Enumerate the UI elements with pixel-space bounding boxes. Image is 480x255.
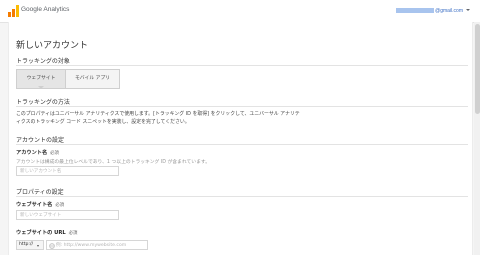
account-name-label: アカウント名 必須 xyxy=(16,149,59,156)
account-email-suffix: @gmail.com xyxy=(435,8,463,14)
scrollbar-thumb[interactable] xyxy=(474,24,480,114)
protocol-select[interactable]: http:// xyxy=(16,240,44,250)
globe-icon xyxy=(49,242,55,249)
website-url-label-text: ウェブサイトの URL xyxy=(16,230,66,236)
brand-name: Google Analytics xyxy=(21,6,70,13)
divider xyxy=(16,65,468,66)
tracking-method-description: このプロパティはユニバーサル アナリティクスで使用します。[トラッキング ID … xyxy=(16,111,300,125)
account-name-input[interactable] xyxy=(16,166,119,176)
divider xyxy=(16,196,468,197)
account-name-help: アカウントは構成の最上位レベルであり、1 つ以上のトラッキング ID が含まれて… xyxy=(16,160,211,165)
property-settings-heading: プロパティの設定 xyxy=(16,189,64,196)
account-name-label-text: アカウント名 xyxy=(16,150,48,156)
divider xyxy=(16,106,468,107)
account-menu[interactable]: @gmail.com xyxy=(396,8,470,14)
required-marker: 必須 xyxy=(68,231,78,236)
page-title: 新しいアカウント xyxy=(16,41,89,51)
divider xyxy=(16,144,468,145)
account-settings-heading: アカウントの設定 xyxy=(16,137,65,144)
website-url-label: ウェブサイトの URL 必須 xyxy=(16,229,77,236)
tracking-target-tabs: ウェブサイト モバイル アプリ xyxy=(16,69,120,89)
website-name-label: ウェブサイト名 必須 xyxy=(16,201,64,208)
chevron-down-icon xyxy=(466,9,470,11)
content-panel xyxy=(8,22,473,255)
scrollbar[interactable] xyxy=(474,22,480,255)
website-url-input[interactable] xyxy=(56,241,146,249)
analytics-logo-icon xyxy=(8,5,19,17)
website-name-input[interactable] xyxy=(16,210,119,220)
website-url-field[interactable] xyxy=(46,240,148,250)
top-bar: Google Analytics @gmail.com xyxy=(0,0,480,23)
tab-mobile-app[interactable]: モバイル アプリ xyxy=(66,70,119,88)
website-name-label-text: ウェブサイト名 xyxy=(16,202,53,208)
required-marker: 必須 xyxy=(50,151,59,156)
redacted-email xyxy=(396,8,435,13)
required-marker: 必須 xyxy=(55,203,65,208)
tracking-method-heading: トラッキングの方法 xyxy=(16,99,70,106)
tracking-target-heading: トラッキングの対象 xyxy=(16,58,70,65)
chevron-down-icon xyxy=(37,244,39,247)
selected-tab-pointer xyxy=(38,86,44,89)
protocol-value: http:// xyxy=(19,242,34,247)
